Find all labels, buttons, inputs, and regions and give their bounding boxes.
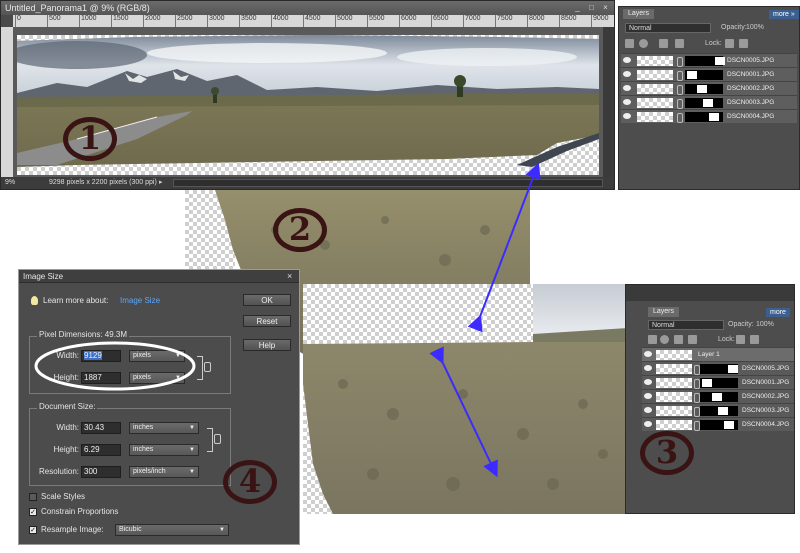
doc-width-input[interactable]: 30.43 (81, 422, 121, 434)
help-button[interactable]: Help (243, 339, 291, 351)
reset-button[interactable]: Reset (243, 315, 291, 327)
doc-width-unit: inches (133, 424, 154, 431)
proportion-bracket (207, 428, 213, 452)
resample-image-label[interactable]: Resample Image: (41, 525, 104, 535)
constrain-proportions-label[interactable]: Constrain Proportions (41, 507, 118, 517)
step-4-marker: 4 (223, 460, 277, 504)
doc-width-unit-select[interactable]: inches ▼ (129, 422, 199, 434)
resolution-unit-select[interactable]: pixels/inch ▼ (129, 466, 199, 478)
chain-link-icon (214, 434, 221, 444)
resample-image-checkbox[interactable]: ✓ (29, 526, 37, 534)
constrain-proportions-checkbox[interactable]: ✓ (29, 508, 37, 516)
dropdown-arrow-icon: ▼ (189, 469, 195, 475)
dropdown-arrow-icon: ▼ (189, 425, 195, 431)
doc-height-input[interactable]: 6.29 (81, 444, 121, 456)
learn-more-label: Learn more about: (43, 296, 109, 305)
doc-height-label: Height: (53, 445, 79, 454)
dropdown-arrow-icon: ▼ (219, 527, 225, 533)
image-size-dialog: Image Size × Learn more about: Image Siz… (18, 269, 300, 545)
scale-styles-label[interactable]: Scale Styles (41, 492, 85, 502)
pixel-dimensions-title: Pixel Dimensions: 49.3M (37, 330, 130, 339)
proportion-bracket (197, 356, 203, 380)
document-size-title: Document Size: (37, 402, 98, 411)
resample-method: Bicubic (119, 526, 142, 533)
resolution-input[interactable]: 300 (81, 466, 121, 478)
resample-method-select[interactable]: Bicubic ▼ (115, 524, 229, 536)
scale-styles-checkbox[interactable] (29, 493, 37, 501)
close-icon[interactable]: × (287, 270, 292, 283)
lightbulb-icon (31, 296, 38, 305)
learn-more-link[interactable]: Image Size (120, 296, 160, 305)
doc-height-unit-select[interactable]: inches ▼ (129, 444, 199, 456)
doc-height-unit: inches (133, 446, 154, 453)
resolution-label: Resolution: (38, 467, 79, 476)
highlight-ellipse (34, 341, 196, 391)
chain-link-icon (204, 362, 211, 372)
dialog-title[interactable]: Image Size (19, 270, 299, 283)
dropdown-arrow-icon: ▼ (189, 447, 195, 453)
ok-button[interactable]: OK (243, 294, 291, 306)
doc-width-label: Width: (56, 423, 79, 432)
correspondence-arrow-1 (467, 162, 541, 333)
correspondence-arrow-2 (429, 346, 498, 478)
resolution-unit: pixels/inch (133, 468, 166, 475)
